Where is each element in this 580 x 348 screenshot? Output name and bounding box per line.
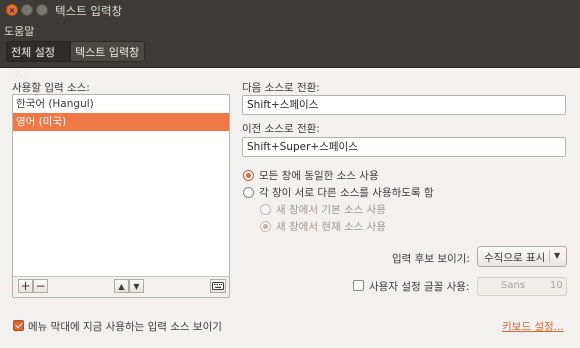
show-candidates-label: 입력 후보 보이기: xyxy=(392,253,470,265)
menu-bar: 도움말 xyxy=(0,21,580,39)
font-size: 10 xyxy=(550,280,563,291)
show-in-menubar-label: 메뉴 막대에 지금 사용하는 입력 소스 보이기 xyxy=(28,321,222,333)
prev-source-shortcut-field[interactable]: Shift+Super+스페이스 xyxy=(242,137,566,157)
move-down-button[interactable]: ▼ xyxy=(129,279,144,293)
minimize-icon[interactable] xyxy=(21,4,33,16)
list-item-english-us[interactable]: 영어 (미국) xyxy=(13,113,229,131)
new-window-default-label: 새 창에서 기본 소스 사용 xyxy=(276,204,386,216)
keyboard-layout-button[interactable] xyxy=(210,279,226,293)
font-name: Sans xyxy=(501,280,526,291)
input-sources-label: 사용할 입력 소스: xyxy=(12,82,90,94)
candidates-orientation-value: 수직으로 표시 xyxy=(484,252,546,264)
custom-font-checkbox[interactable] xyxy=(353,280,364,291)
prev-source-label: 이전 소스로 전환: xyxy=(242,123,320,135)
show-in-menubar-checkbox[interactable] xyxy=(13,320,24,331)
radio-new-window-default[interactable] xyxy=(260,204,271,215)
window-title: 텍스트 입력창 xyxy=(55,4,123,18)
move-up-button[interactable]: ▲ xyxy=(114,279,129,293)
combo-separator xyxy=(549,250,550,263)
per-window-source-label: 각 창이 서로 다른 소스를 사용하도록 함 xyxy=(259,187,434,199)
radio-per-window-source[interactable] xyxy=(243,187,254,198)
next-source-shortcut-field[interactable]: Shift+스페이스 xyxy=(242,95,566,115)
candidates-orientation-select[interactable]: 수직으로 표시 ▼ xyxy=(477,246,567,267)
maximize-icon[interactable] xyxy=(36,4,48,16)
chevron-up-icon: ▲ xyxy=(118,282,125,291)
add-source-button[interactable]: + xyxy=(18,279,33,293)
custom-font-label: 사용자 설정 글꼴 사용: xyxy=(369,281,470,293)
tab-general-settings[interactable]: 전체 설정(A) xyxy=(6,41,71,80)
title-bar: 텍스트 입력창 xyxy=(0,0,580,21)
list-toolbar: + − ▲ ▼ xyxy=(13,276,229,297)
tab-bar: 전체 설정(A) 텍스트 입력창 xyxy=(0,39,580,80)
close-icon[interactable] xyxy=(6,4,18,16)
input-sources-list[interactable]: 한국어 (Hangul) 영어 (미국) + − ▲ ▼ xyxy=(12,94,230,298)
font-chooser-button[interactable]: Sans 10 xyxy=(477,277,567,296)
radio-new-window-current[interactable] xyxy=(260,221,271,232)
list-item-hangul[interactable]: 한국어 (Hangul) xyxy=(13,95,229,113)
new-window-current-label: 새 창에서 현재 소스 사용 xyxy=(276,221,386,233)
tab-text-entry[interactable]: 텍스트 입력창 xyxy=(71,41,145,62)
same-source-all-label: 모든 창에 동일한 소스 사용 xyxy=(259,170,379,182)
remove-source-button[interactable]: − xyxy=(33,279,48,293)
radio-same-source-all[interactable] xyxy=(243,170,254,181)
keyboard-settings-link[interactable]: 키보드 설정... xyxy=(502,319,564,334)
menu-help[interactable]: 도움말 xyxy=(4,23,34,39)
chevron-down-icon: ▼ xyxy=(133,282,140,291)
dropdown-arrow-icon: ▼ xyxy=(554,251,561,260)
next-source-label: 다음 소스로 전환: xyxy=(242,82,320,94)
keyboard-icon xyxy=(212,282,224,290)
